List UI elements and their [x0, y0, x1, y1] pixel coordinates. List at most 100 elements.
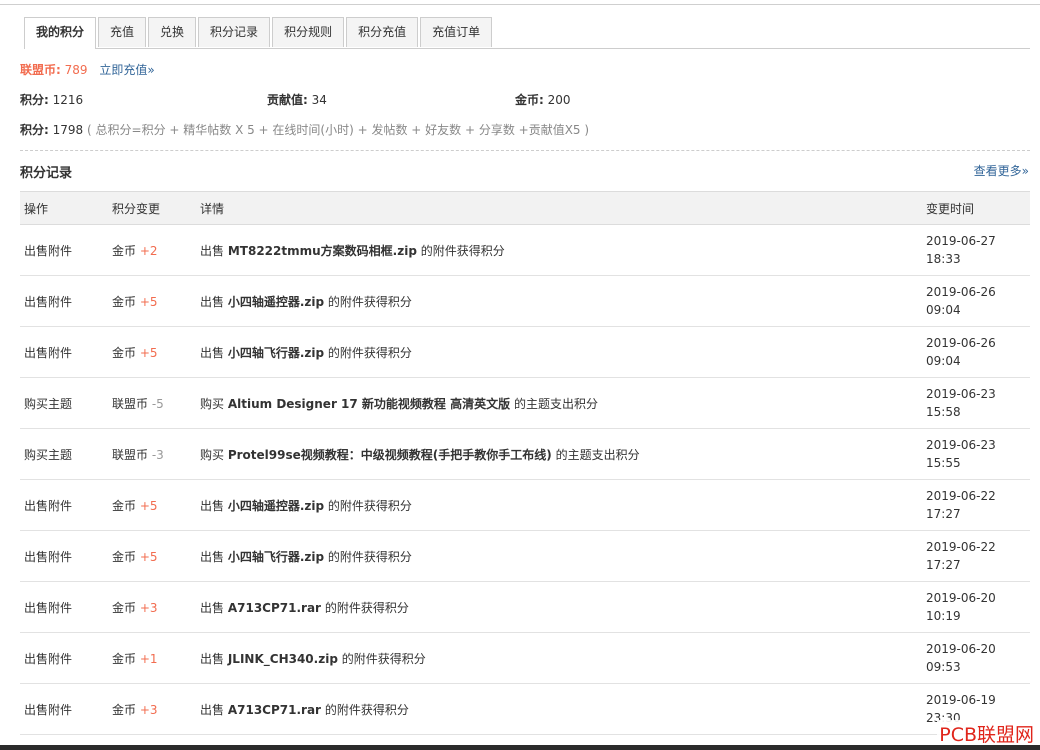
row-change-amount: +2 [139, 243, 158, 258]
row-change: 联盟币 -3 [108, 428, 196, 480]
row-details-item[interactable]: 小四轴遥控器.zip [228, 295, 324, 309]
row-change-amount: +1 [139, 651, 158, 666]
row-operation: 出售附件 [20, 530, 108, 582]
records-body: 出售附件 金币 +2 出售 MT8222tmmu方案数码相框.zip 的附件获得积分… [20, 224, 1030, 735]
row-details-item[interactable]: 小四轴遥控器.zip [228, 499, 324, 513]
row-change-amount: -5 [151, 396, 164, 411]
column-header-operation: 操作 [20, 191, 108, 225]
row-details-suffix: 的附件获得积分 [341, 651, 426, 666]
total-points: 积分: 1798 ( 总积分=积分 + 精华帖数 X 5 + 在线时间(小时) … [20, 121, 589, 138]
row-details-suffix: 的主题支出积分 [513, 396, 598, 411]
recharge-now-link[interactable]: 立即充值» [99, 63, 154, 77]
row-details: 出售 小四轴遥控器.zip 的附件获得积分 [196, 275, 922, 327]
row-details-item[interactable]: 小四轴飞行器.zip [228, 550, 324, 564]
site-watermark-logo: PCB联盟网 [937, 720, 1036, 747]
view-more-link[interactable]: 查看更多» [974, 162, 1029, 179]
row-time: 2019-06-23 15:58 [922, 377, 1030, 429]
table-row: 购买主题 联盟币 -5 购买 Altium Designer 17 新功能视频教程 … [20, 377, 1030, 429]
row-date: 2019-06-20 [926, 642, 996, 656]
row-operation: 出售附件 [20, 479, 108, 531]
row-details-suffix: 的附件获得积分 [327, 498, 412, 513]
table-row: 出售附件 金币 +3 出售 A713CP71.rar 的附件获得积分 2019-06-… [20, 581, 1030, 633]
tab-recharge[interactable]: 充值 [98, 17, 147, 47]
tab-recharge-orders[interactable]: 充值订单 [420, 17, 493, 47]
row-details-item[interactable]: JLINK_CH340.zip [228, 652, 338, 666]
row-details-item[interactable]: MT8222tmmu方案数码相框.zip [228, 244, 417, 258]
row-details: 出售 小四轴飞行器.zip 的附件获得积分 [196, 530, 922, 582]
row-change-currency: 金币 [112, 702, 137, 717]
row-change-amount: +5 [139, 294, 158, 309]
tab-points-recharge[interactable]: 积分充值 [346, 17, 419, 47]
row-details-suffix: 的附件获得积分 [327, 549, 412, 564]
stat-points-label: 积分: [20, 93, 49, 107]
column-header-time: 变更时间 [922, 191, 1030, 225]
row-clock: 15:55 [926, 456, 961, 470]
row-details-suffix: 的附件获得积分 [324, 702, 409, 717]
row-time: 2019-06-26 09:04 [922, 275, 1030, 327]
row-change: 金币 +5 [108, 479, 196, 531]
row-details-item[interactable]: A713CP71.rar [228, 601, 321, 615]
row-change-currency: 金币 [112, 651, 137, 666]
row-time: 2019-06-23 15:55 [922, 428, 1030, 480]
row-details-item[interactable]: Protel99se视频教程：中级视频教程(手把手教你手工布线) [228, 448, 552, 462]
stat-points-value: 1216 [52, 93, 84, 107]
row-details-item[interactable]: 小四轴飞行器.zip [228, 346, 324, 360]
row-date: 2019-06-27 [926, 234, 996, 248]
table-row: 购买主题 联盟币 -3 购买 Protel99se视频教程：中级视频教程(手把手教你… [20, 428, 1030, 480]
table-row: 出售附件 金币 +5 出售 小四轴遥控器.zip 的附件获得积分 2019-06-22… [20, 479, 1030, 531]
row-change-amount: +3 [139, 600, 158, 615]
row-operation: 购买主题 [20, 377, 108, 429]
row-change-currency: 金币 [112, 345, 137, 360]
total-points-formula: ( 总积分=积分 + 精华帖数 X 5 + 在线时间(小时) + 发帖数 + 好… [87, 123, 590, 137]
row-operation: 购买主题 [20, 428, 108, 480]
stat-contribution-value: 34 [311, 93, 327, 107]
top-border [0, 0, 1040, 5]
stat-points: 积分: 1216 [20, 91, 83, 108]
row-details-item[interactable]: Altium Designer 17 新功能视频教程 高清英文版 [228, 397, 510, 411]
stat-gold-label: 金币: [515, 93, 544, 107]
row-time: 2019-06-20 09:53 [922, 632, 1030, 684]
row-change-amount: +3 [139, 702, 158, 717]
row-operation: 出售附件 [20, 326, 108, 378]
row-details-prefix: 购买 [200, 396, 225, 411]
row-time: 2019-06-22 17:27 [922, 530, 1030, 582]
row-details-prefix: 购买 [200, 447, 225, 462]
row-change-currency: 金币 [112, 294, 137, 309]
alliance-coin-label: 联盟币: [20, 63, 61, 77]
row-change-currency: 金币 [112, 600, 137, 615]
stat-gold-value: 200 [547, 93, 571, 107]
tab-bar: 我的积分 充值 兑换 积分记录 积分规则 积分充值 充值订单 [24, 17, 1030, 49]
stat-contribution: 贡献值: 34 [267, 91, 327, 108]
row-clock: 15:58 [926, 405, 961, 419]
row-change-currency: 联盟币 [112, 447, 149, 462]
row-operation: 出售附件 [20, 275, 108, 327]
tab-points-records[interactable]: 积分记录 [198, 17, 271, 47]
row-details-suffix: 的附件获得积分 [324, 600, 409, 615]
table-row: 出售附件 金币 +5 出售 小四轴飞行器.zip 的附件获得积分 2019-06-22… [20, 530, 1030, 582]
row-details-suffix: 的附件获得积分 [420, 243, 505, 258]
tab-points-rules[interactable]: 积分规则 [272, 17, 345, 47]
row-details: 出售 小四轴遥控器.zip 的附件获得积分 [196, 479, 922, 531]
row-operation: 出售附件 [20, 581, 108, 633]
column-header-details: 详情 [196, 191, 922, 225]
row-change-currency: 金币 [112, 498, 137, 513]
row-change: 金币 +5 [108, 326, 196, 378]
row-operation: 出售附件 [20, 683, 108, 735]
row-date: 2019-06-22 [926, 540, 996, 554]
row-details-prefix: 出售 [200, 702, 225, 717]
row-date: 2019-06-19 [926, 693, 996, 707]
row-details-suffix: 的主题支出积分 [555, 447, 640, 462]
row-details-item[interactable]: A713CP71.rar [228, 703, 321, 717]
row-time: 2019-06-26 09:04 [922, 326, 1030, 378]
points-stats: 积分: 1216 贡献值: 34 金币: 200 [20, 91, 780, 107]
row-time: 2019-06-20 10:19 [922, 581, 1030, 633]
tab-my-points[interactable]: 我的积分 [24, 17, 97, 49]
row-clock: 10:19 [926, 609, 961, 623]
tab-exchange[interactable]: 兑换 [148, 17, 197, 47]
row-change-amount: +5 [139, 498, 158, 513]
row-change: 金币 +3 [108, 683, 196, 735]
row-details: 出售 MT8222tmmu方案数码相框.zip 的附件获得积分 [196, 224, 922, 276]
row-change: 金币 +3 [108, 581, 196, 633]
table-row: 出售附件 金币 +5 出售 小四轴飞行器.zip 的附件获得积分 2019-06-26… [20, 326, 1030, 378]
row-details-suffix: 的附件获得积分 [327, 345, 412, 360]
